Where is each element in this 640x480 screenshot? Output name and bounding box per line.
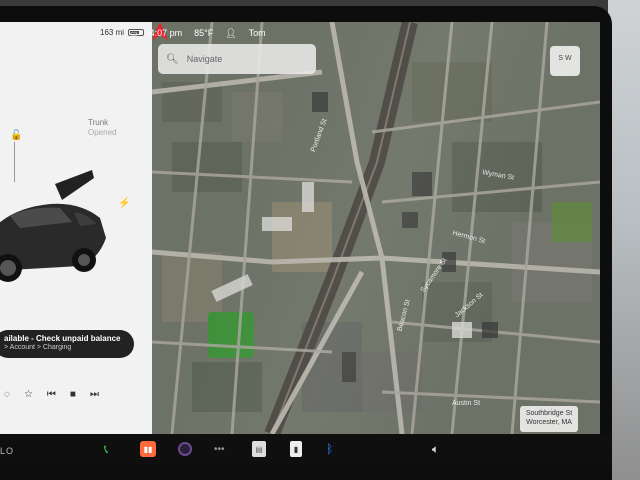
unlock-icon[interactable]: 🔓 [10,130,22,141]
profile-name[interactable]: Tom [249,28,266,38]
favorite-icon[interactable]: ☆ [24,389,33,400]
stop-icon[interactable]: ■ [70,389,76,400]
bluetooth-icon[interactable]: ᛒ [326,441,333,457]
satellite-map[interactable]: Austin St Hermon St Sycamore St Wyman St… [152,22,600,434]
location-info-card[interactable]: Southbridge St Worcester, MA [520,406,578,432]
search-placeholder: Navigate [186,54,223,64]
source-icon[interactable]: ◌ [4,389,10,400]
media-controls: ◌ ☆ ⏮ ■ ⏭ [0,382,152,406]
car-status-panel: 163 mi 🔓 Trunk Opened ⚡ ailable - Check … [0,22,152,434]
taskbar: LO 📞︎ ▮▮ ••• ▤ ▮ ᛒ 🔈︎ [0,434,612,464]
camera-app-icon[interactable] [178,442,192,456]
location-city: Worcester, MA [526,419,572,426]
previous-track-icon[interactable]: ⏮ [47,389,56,400]
touchscreen: 163 mi 🔓 Trunk Opened ⚡ ailable - Check … [0,22,600,434]
next-track-icon[interactable]: ⏭ [90,389,99,400]
clock: 4:07 pm [149,28,183,38]
navigate-search-bar[interactable]: 🔍︎ Navigate [158,44,316,74]
volume-icon[interactable]: 🔈︎ [432,441,439,457]
search-icon: 🔍︎ [166,53,179,65]
toybox-app-icon[interactable]: ▮ [290,441,302,457]
more-apps-icon[interactable]: ••• [214,441,225,457]
app-card-icon[interactable]: ▤ [252,441,266,457]
charging-notice[interactable]: ailable - Check unpaid balance > Account… [0,330,134,358]
compass-heading-button[interactable]: S W [550,46,580,76]
trunk-state: Opened [88,128,117,137]
notice-title: ailable - Check unpaid balance [4,334,121,343]
media-player-icon[interactable]: ▮▮ [140,441,156,457]
lock-status-icon: ▭ [130,28,138,38]
phone-icon[interactable]: 📞︎ [104,441,108,457]
range-readout: 163 mi [100,28,125,37]
car-controls-button[interactable]: LO [0,443,14,459]
location-street: Southbridge St [525,410,573,417]
map-imagery [152,22,600,434]
outside-temperature: 85°F [194,28,214,38]
car-illustration [0,170,106,282]
notice-path: > Account > Charging [4,344,72,351]
background-surroundings [608,0,640,480]
trunk-label[interactable]: Trunk [88,118,108,128]
status-bar: ▭ 4:07 pm 85°F 👤︎ Tom [130,25,266,41]
profile-icon[interactable]: 👤︎ [225,28,236,39]
street-label-austin: Austin St [452,400,481,407]
